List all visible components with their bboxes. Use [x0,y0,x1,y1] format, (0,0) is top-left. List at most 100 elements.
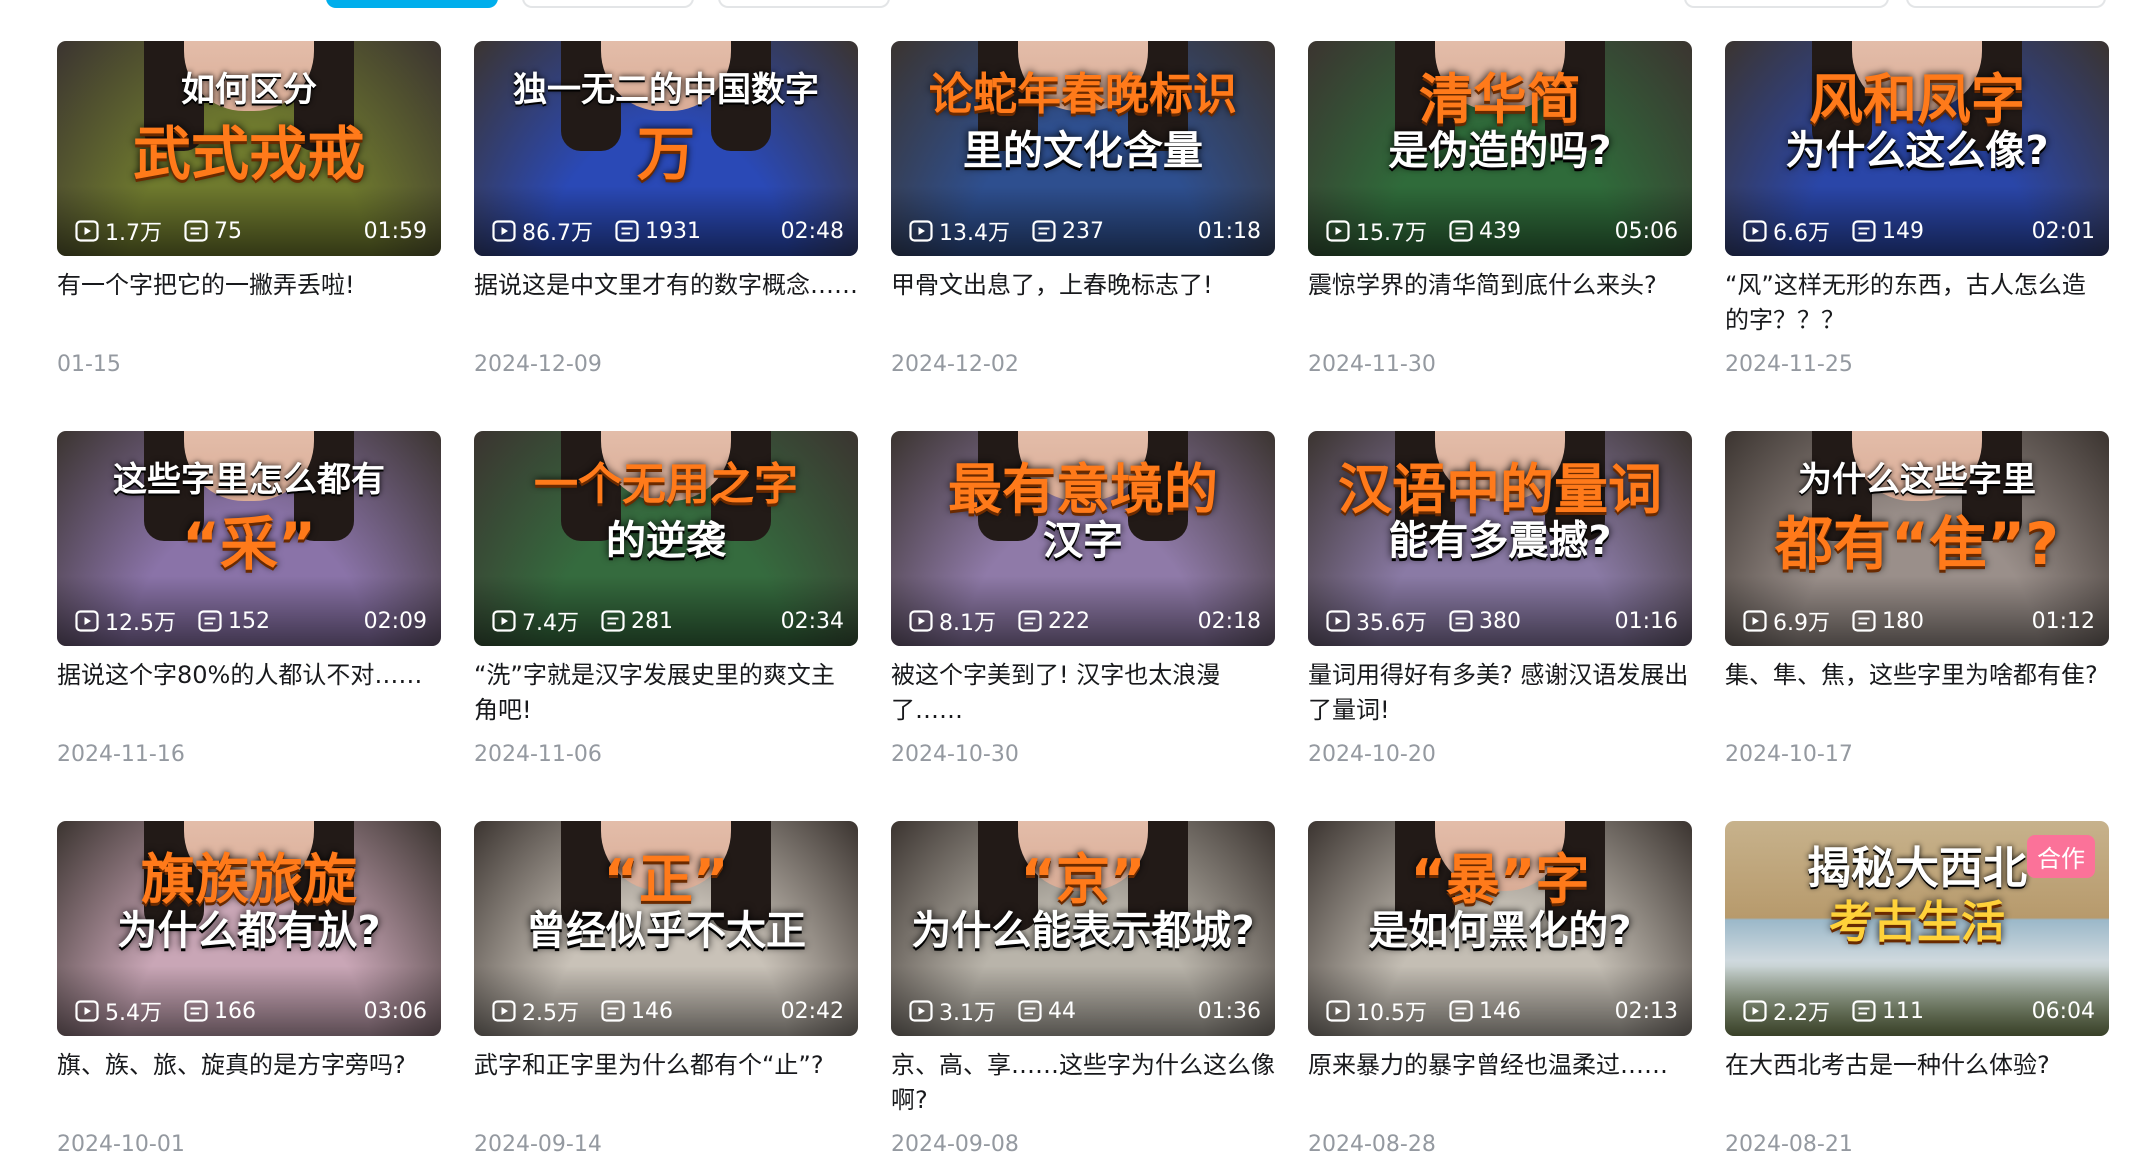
tab-latest[interactable] [326,0,498,8]
danmaku-count: 180 [1852,609,1924,634]
video-title[interactable]: “洗”字就是汉字发展史里的爽文主角吧! [474,658,858,728]
play-icon [75,1000,105,1022]
play-icon [909,220,939,242]
video-card[interactable]: 为什么这些字里 都有“隹”? 6.9万 180 01:12 集、隼、焦，这些字里为啥都有隹… [1725,431,2109,821]
video-title[interactable]: 京、高、享……这些字为什么这么像啊? [891,1048,1275,1118]
video-duration: 02:42 [780,998,844,1024]
danmaku-count-text: 222 [1048,608,1090,634]
upload-date: 2024-11-16 [57,742,185,767]
video-duration: 02:34 [780,608,844,634]
play-icon [492,220,522,242]
play-icon [75,610,105,632]
top-filter-bar [0,0,2129,12]
video-title[interactable]: 震惊学界的清华简到底什么来头? [1308,268,1692,338]
view-count-text: 5.4万 [105,1001,162,1026]
view-count: 13.4万 [909,215,1010,247]
video-title[interactable]: 在大西北考古是一种什么体验? [1725,1048,2109,1118]
view-count: 8.1万 [909,605,996,637]
video-thumbnail[interactable]: 论蛇年春晚标识 里的文化含量 13.4万 237 01:18 [891,41,1275,256]
thumb-caption-line2: 为什么这么像? [1785,128,2049,174]
video-thumbnail[interactable]: “暴”字 是如何黑化的? 10.5万 146 02:13 [1308,821,1692,1036]
danmaku-icon [601,1000,631,1022]
danmaku-count-text: 237 [1062,218,1104,244]
video-thumbnail[interactable]: 最有意境的 汉字 8.1万 222 02:18 [891,431,1275,646]
view-count-text: 8.1万 [939,611,996,636]
video-title[interactable]: 据说这是中文里才有的数字概念…… [474,268,858,338]
video-stats: 10.5万 146 02:13 [1326,996,1678,1026]
video-title[interactable]: 量词用得好有多美? 感谢汉语发展出了量词! [1308,658,1692,728]
upload-date: 2024-11-06 [474,742,602,767]
video-stats: 7.4万 281 02:34 [492,606,844,636]
video-thumbnail[interactable]: 清华简 是伪造的吗? 15.7万 439 05:06 [1308,41,1692,256]
thumb-caption-line2: 是伪造的吗? [1388,128,1612,174]
video-thumbnail[interactable]: 为什么这些字里 都有“隹”? 6.9万 180 01:12 [1725,431,2109,646]
video-title[interactable]: 原来暴力的暴字曾经也温柔过…… [1308,1048,1692,1118]
danmaku-icon [1018,610,1048,632]
upload-date: 2024-08-28 [1308,1132,1436,1157]
video-card[interactable]: 这些字里怎么都有 “采” 12.5万 152 02:09 据说这个字80%的人都认不对……… [57,431,441,821]
danmaku-icon [1449,220,1479,242]
video-duration: 02:13 [1614,998,1678,1024]
video-thumbnail[interactable]: 一个无用之字 的逆袭 7.4万 281 02:34 [474,431,858,646]
video-stats: 2.5万 146 02:42 [492,996,844,1026]
thumb-caption-line1: 为什么这些字里 [1798,460,2036,500]
video-thumbnail[interactable]: 如何区分 武式戎戒 1.7万 75 01:59 [57,41,441,256]
view-count-text: 3.1万 [939,1001,996,1026]
video-card[interactable]: 旗族旅旋 为什么都有㫃? 5.4万 166 03:06 旗、族、旅、旋真的是方字旁吗? 20… [57,821,441,1173]
video-card[interactable]: 揭秘大西北 考古生活 合作 2.2万 111 06:04 在大西北考古是一种什么体验? 202… [1725,821,2109,1173]
video-card[interactable]: 如何区分 武式戎戒 1.7万 75 01:59 有一个字把它的一撇弄丢啦! 01-15 [57,41,441,431]
search-box[interactable] [1906,0,2106,8]
video-card[interactable]: “暴”字 是如何黑化的? 10.5万 146 02:13 原来暴力的暴字曾经也温柔过…… 2… [1308,821,1692,1173]
video-thumbnail[interactable]: 这些字里怎么都有 “采” 12.5万 152 02:09 [57,431,441,646]
video-card[interactable]: 汉语中的量词 能有多震撼? 35.6万 380 01:16 量词用得好有多美? 感谢汉语发… [1308,431,1692,821]
play-icon [492,610,522,632]
thumb-caption-line2: 是如何黑化的? [1368,908,1632,954]
video-title[interactable]: 集、隼、焦，这些字里为啥都有隹? [1725,658,2109,728]
video-stats: 13.4万 237 01:18 [909,216,1261,246]
video-card[interactable]: 清华简 是伪造的吗? 15.7万 439 05:06 震惊学界的清华简到底什么来头? 202… [1308,41,1692,431]
danmaku-icon [1449,1000,1479,1022]
video-thumbnail[interactable]: 独一无二的中国数字万 86.7万 1931 02:48 [474,41,858,256]
video-title[interactable]: “风”这样无形的东西，古人怎么造的字？？？ [1725,268,2109,338]
video-title[interactable]: 有一个字把它的一撇弄丢啦! [57,268,441,338]
video-thumbnail[interactable]: “京” 为什么能表示都城? 3.1万 44 01:36 [891,821,1275,1036]
video-title[interactable]: 据说这个字80%的人都认不对…… [57,658,441,728]
video-stats: 12.5万 152 02:09 [75,606,427,636]
view-count: 3.1万 [909,995,996,1027]
view-count: 12.5万 [75,605,176,637]
video-card[interactable]: “正” 曾经似乎不太正 2.5万 146 02:42 武字和正字里为什么都有个“止”? 20… [474,821,858,1173]
view-count-text: 6.6万 [1773,221,1830,246]
video-card[interactable]: 一个无用之字 的逆袭 7.4万 281 02:34 “洗”字就是汉字发展史里的爽文主角吧!… [474,431,858,821]
video-duration: 01:59 [363,218,427,244]
video-card[interactable]: 独一无二的中国数字万 86.7万 1931 02:48 据说这是中文里才有的数字概念……… [474,41,858,431]
video-thumbnail[interactable]: 揭秘大西北 考古生活 合作 2.2万 111 06:04 [1725,821,2109,1036]
thumb-caption-line1: 论蛇年春晚标识 [929,69,1237,120]
upload-date: 2024-10-20 [1308,742,1436,767]
danmaku-icon [601,610,631,632]
video-thumbnail[interactable]: 风和凤字 为什么这么像? 6.6万 149 02:01 [1725,41,2109,256]
video-card[interactable]: 论蛇年春晚标识 里的文化含量 13.4万 237 01:18 甲骨文出息了，上春晚标志了!… [891,41,1275,431]
view-count-text: 1.7万 [105,221,162,246]
video-thumbnail[interactable]: 旗族旅旋 为什么都有㫃? 5.4万 166 03:06 [57,821,441,1036]
view-count-text: 12.5万 [105,611,176,636]
danmaku-count: 146 [1449,999,1521,1024]
view-count: 86.7万 [492,215,593,247]
view-count-text: 2.2万 [1773,1001,1830,1026]
danmaku-count-text: 146 [1479,998,1521,1024]
video-card[interactable]: “京” 为什么能表示都城? 3.1万 44 01:36 京、高、享……这些字为什么这么像啊… [891,821,1275,1173]
upload-date: 2024-10-01 [57,1132,185,1157]
video-thumbnail[interactable]: “正” 曾经似乎不太正 2.5万 146 02:42 [474,821,858,1036]
video-title[interactable]: 武字和正字里为什么都有个“止”? [474,1048,858,1118]
video-card[interactable]: 最有意境的 汉字 8.1万 222 02:18 被这个字美到了! 汉字也太浪漫了…… 202… [891,431,1275,821]
video-title[interactable]: 甲骨文出息了，上春晚标志了! [891,268,1275,338]
tab-popular[interactable] [522,0,694,8]
danmaku-icon [1032,220,1062,242]
video-card[interactable]: 风和凤字 为什么这么像? 6.6万 149 02:01 “风”这样无形的东西，古人怎么造的… [1725,41,2109,431]
video-title[interactable]: 旗、族、旅、旋真的是方字旁吗? [57,1048,441,1118]
danmaku-count-text: 180 [1882,608,1924,634]
tab-oldest[interactable] [718,0,890,8]
video-title[interactable]: 被这个字美到了! 汉字也太浪漫了…… [891,658,1275,728]
video-thumbnail[interactable]: 汉语中的量词 能有多震撼? 35.6万 380 01:16 [1308,431,1692,646]
video-stats: 15.7万 439 05:06 [1326,216,1678,246]
view-toggle[interactable] [1684,0,1889,8]
